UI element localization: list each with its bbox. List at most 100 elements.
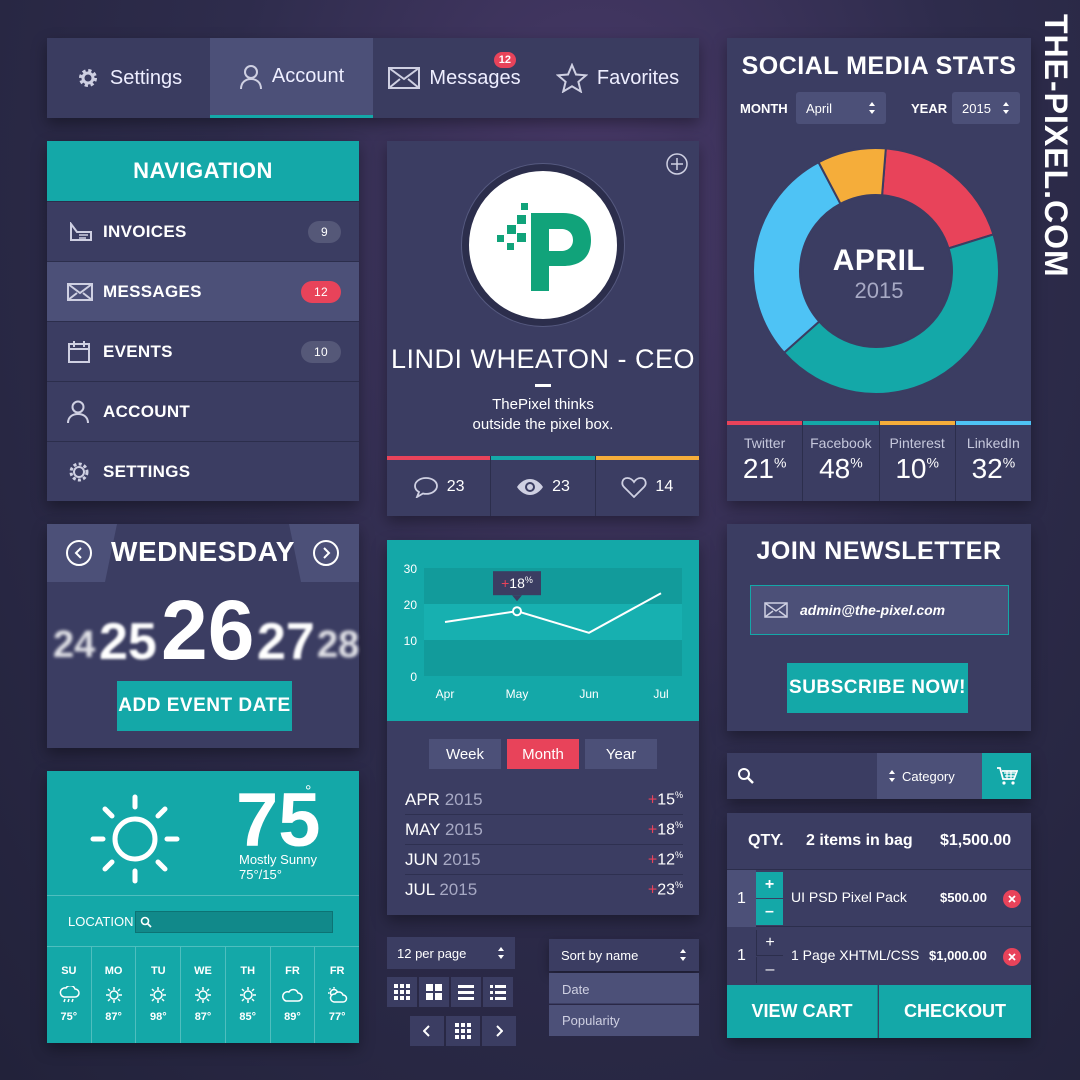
- nav-item-settings[interactable]: SETTINGS: [47, 441, 359, 501]
- next-page-button[interactable]: [482, 1016, 516, 1046]
- checkout-button[interactable]: CHECKOUT: [879, 985, 1031, 1038]
- location-search-input[interactable]: [135, 911, 333, 933]
- grid-view-button[interactable]: [387, 977, 417, 1007]
- search-icon: [738, 768, 754, 784]
- growth-row: MAY 2015 +18%: [405, 815, 683, 845]
- forecast-day: SU 75°: [47, 947, 92, 1043]
- page-grid-button[interactable]: [446, 1016, 480, 1046]
- color-bar: [387, 456, 491, 460]
- remove-item-button[interactable]: [1003, 890, 1021, 908]
- tab-account[interactable]: Account: [210, 38, 373, 118]
- user-icon: [239, 64, 262, 89]
- growth-row: JUN 2015 +12%: [405, 845, 683, 875]
- date-27[interactable]: 27: [257, 612, 315, 672]
- select-arrows-icon: [680, 949, 686, 961]
- sun-icon: [239, 987, 256, 1003]
- newsletter-card: JOIN NEWSLETTER admin@the-pixel.com SUBS…: [727, 524, 1031, 731]
- divider: [535, 384, 551, 387]
- date-28[interactable]: 28: [317, 624, 359, 667]
- per-page-select[interactable]: 12 per page: [387, 937, 515, 969]
- likes-stat[interactable]: 14: [595, 456, 699, 516]
- qty-increase-button[interactable]: +: [756, 930, 783, 956]
- year-label: YEAR: [911, 101, 948, 116]
- per-page-value: 12 per page: [397, 945, 467, 961]
- select-arrows-icon: [889, 770, 895, 782]
- grid-large-icon: [426, 984, 442, 1000]
- newsletter-title: JOIN NEWSLETTER: [756, 537, 1002, 565]
- count-badge: 9: [308, 220, 341, 243]
- period-month-button[interactable]: Month: [507, 739, 579, 769]
- tab-label: Settings: [109, 66, 183, 89]
- chart-band: [424, 568, 682, 604]
- year-select[interactable]: 2015: [952, 92, 1020, 124]
- chevron-left-icon: [423, 1025, 430, 1037]
- x-tick-label: Jun: [579, 687, 598, 701]
- tab-favorites[interactable]: Favorites: [536, 38, 699, 118]
- facebook-stat: Facebook 48%: [803, 421, 880, 501]
- item-qty: 1: [737, 947, 746, 964]
- bag-total: $1,500.00: [940, 832, 1012, 849]
- navigation-panel: NAVIGATION INVOICES 9 MESSAGES 12 EVENTS…: [47, 141, 359, 501]
- add-icon[interactable]: [665, 152, 689, 176]
- y-tick-label: 0: [410, 670, 417, 684]
- list-view-button[interactable]: [451, 977, 481, 1007]
- cart-button[interactable]: [982, 753, 1031, 799]
- weekday-label: WEDNESDAY: [111, 536, 295, 567]
- donut-center-year: 2015: [854, 278, 904, 303]
- date-26-selected[interactable]: 26: [161, 582, 254, 679]
- sort-select[interactable]: Sort by name: [549, 939, 699, 971]
- next-day-button[interactable]: [313, 540, 339, 566]
- shop-search-input[interactable]: [727, 753, 877, 799]
- eye-icon: [517, 478, 544, 495]
- tab-settings[interactable]: Settings: [47, 38, 210, 118]
- sort-option-date[interactable]: Date: [549, 973, 699, 1004]
- heart-icon: [621, 476, 647, 498]
- temp-range: 75°/15°: [239, 867, 282, 882]
- qty-increase-button[interactable]: +: [756, 872, 783, 898]
- remove-item-button[interactable]: [1003, 948, 1021, 966]
- nav-item-events[interactable]: EVENTS 10: [47, 321, 359, 381]
- period-year-button[interactable]: Year: [585, 739, 657, 769]
- gear-icon: [78, 69, 97, 87]
- date-24[interactable]: 24: [53, 624, 95, 667]
- prev-day-button[interactable]: [66, 540, 92, 566]
- tab-messages[interactable]: Messages 12: [373, 38, 536, 118]
- growth-row: APR 2015 +15%: [405, 785, 683, 815]
- tab-label: Account: [271, 65, 345, 87]
- social-title: SOCIAL MEDIA STATS: [741, 52, 1017, 80]
- date-25[interactable]: 25: [99, 612, 157, 672]
- count-badge: 10: [301, 340, 341, 363]
- category-select[interactable]: Category: [879, 753, 982, 799]
- prev-page-button[interactable]: [410, 1016, 444, 1046]
- view-cart-button[interactable]: VIEW CART: [727, 985, 878, 1038]
- views-count: 23: [552, 477, 570, 495]
- views-stat[interactable]: 23: [491, 456, 596, 516]
- close-icon: [1008, 895, 1016, 903]
- email-field[interactable]: admin@the-pixel.com: [750, 585, 1009, 635]
- month-select[interactable]: April: [796, 92, 886, 124]
- messages-badge: 12: [493, 52, 516, 68]
- data-point[interactable]: [512, 606, 522, 617]
- y-tick-label: 10: [404, 634, 418, 648]
- subscribe-button[interactable]: SUBSCRIBE NOW!: [787, 663, 968, 713]
- sort-option-popularity[interactable]: Popularity: [549, 1005, 699, 1036]
- linkedin-stat: LinkedIn 32%: [955, 421, 1031, 501]
- avatar: [462, 164, 624, 326]
- nav-item-messages[interactable]: MESSAGES 12: [47, 261, 359, 321]
- comments-stat[interactable]: 23: [387, 456, 492, 516]
- select-arrows-icon: [869, 102, 875, 114]
- qty-decrease-button[interactable]: –: [756, 957, 783, 983]
- sun-icon: [195, 987, 212, 1003]
- chevron-right-icon: [496, 1025, 503, 1037]
- tile-view-button[interactable]: [419, 977, 449, 1007]
- sort-value: Sort by name: [561, 947, 639, 963]
- email-value: admin@the-pixel.com: [800, 602, 946, 618]
- detail-list-view-button[interactable]: [483, 977, 513, 1007]
- gear-icon: [69, 462, 89, 481]
- period-week-button[interactable]: Week: [429, 739, 501, 769]
- qty-decrease-button[interactable]: –: [756, 899, 783, 925]
- nav-item-invoices[interactable]: INVOICES 9: [47, 201, 359, 261]
- nav-item-account[interactable]: ACCOUNT: [47, 381, 359, 441]
- star-icon: [555, 63, 588, 93]
- add-event-date-button[interactable]: ADD EVENT DATE: [117, 681, 292, 731]
